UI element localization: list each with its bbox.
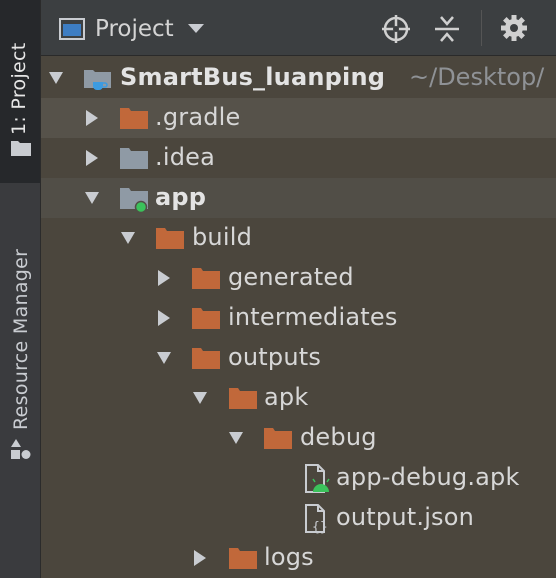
folder-icon xyxy=(120,148,148,169)
tree-row-app-debug-apk[interactable]: app-debug.apk xyxy=(41,458,556,498)
tree-row-output-json[interactable]: {} output.json xyxy=(41,498,556,538)
svg-text:{}: {} xyxy=(312,520,328,534)
project-tool-tab[interactable]: 1: Project xyxy=(0,0,40,183)
project-window-icon xyxy=(59,18,85,40)
expanded-arrow-icon[interactable] xyxy=(49,70,63,86)
folder-icon xyxy=(192,348,220,369)
folder-icon xyxy=(229,548,257,569)
tree-row-logs[interactable]: logs xyxy=(41,538,556,578)
folder-icon xyxy=(229,388,257,409)
tree-label-app[interactable]: app xyxy=(155,183,206,211)
collapsed-arrow-icon[interactable] xyxy=(157,270,171,286)
module-folder-icon xyxy=(120,188,148,214)
tree-label-gradle[interactable]: .gradle xyxy=(155,103,241,131)
expanded-arrow-icon[interactable] xyxy=(229,430,243,446)
chevron-down-icon[interactable] xyxy=(187,24,204,34)
tool-window-strip: 1: Project Resource Manager xyxy=(0,0,41,578)
tree-label-logs[interactable]: logs xyxy=(264,543,314,571)
folder-icon xyxy=(192,308,220,329)
collapse-all-icon[interactable] xyxy=(434,14,460,44)
resource-manager-icon[interactable] xyxy=(10,438,32,462)
project-panel-header: Project xyxy=(41,0,556,56)
tree-row-app[interactable]: app xyxy=(41,178,556,218)
expanded-arrow-icon[interactable] xyxy=(85,190,99,206)
expanded-arrow-icon[interactable] xyxy=(157,350,171,366)
tree-row-debug[interactable]: debug xyxy=(41,418,556,458)
tree-label-root[interactable]: SmartBus_luanping xyxy=(120,63,385,91)
tree-label-intermediates[interactable]: intermediates xyxy=(228,303,398,331)
tree-label-build[interactable]: build xyxy=(192,223,252,251)
tree-root-path: ~/Desktop/ xyxy=(409,63,545,91)
tree-label-apk[interactable]: apk xyxy=(264,383,308,411)
tree-row-intermediates[interactable]: intermediates xyxy=(41,298,556,338)
collapsed-arrow-icon[interactable] xyxy=(193,550,207,566)
folder-icon xyxy=(192,268,220,289)
project-view-title[interactable]: Project xyxy=(95,16,174,42)
folder-icon xyxy=(120,108,148,129)
collapsed-arrow-icon[interactable] xyxy=(157,310,171,326)
locate-target-icon[interactable] xyxy=(381,14,411,44)
project-tab-label[interactable]: 1: Project xyxy=(8,42,30,135)
collapsed-arrow-icon[interactable] xyxy=(85,150,99,166)
tree-row-outputs[interactable]: outputs xyxy=(41,338,556,378)
tree-label-app-debug-apk[interactable]: app-debug.apk xyxy=(336,463,520,491)
tree-label-generated[interactable]: generated xyxy=(228,263,354,291)
android-apk-file-icon xyxy=(305,464,330,493)
expanded-arrow-icon[interactable] xyxy=(193,390,207,406)
tree-row-build[interactable]: build xyxy=(41,218,556,258)
tree-label-output-json[interactable]: output.json xyxy=(336,503,474,531)
tree-label-debug[interactable]: debug xyxy=(300,423,377,451)
tree-row-gradle[interactable]: .gradle xyxy=(41,98,556,138)
tree-row-apk[interactable]: apk xyxy=(41,378,556,418)
tree-row-idea[interactable]: .idea xyxy=(41,138,556,178)
tree-row-generated[interactable]: generated xyxy=(41,258,556,298)
expanded-arrow-icon[interactable] xyxy=(121,230,135,246)
resource-manager-tab-label[interactable]: Resource Manager xyxy=(10,249,32,430)
gear-icon[interactable] xyxy=(500,14,528,42)
toolbar-separator xyxy=(481,10,482,46)
tree-label-idea[interactable]: .idea xyxy=(155,143,215,171)
project-folder-icon xyxy=(84,70,111,90)
json-file-icon: {} xyxy=(305,504,328,534)
project-view-selector[interactable]: Project xyxy=(59,14,204,44)
collapsed-arrow-icon[interactable] xyxy=(85,110,99,126)
folder-icon xyxy=(11,141,31,156)
tree-row-root[interactable]: SmartBus_luanping ~/Desktop/ xyxy=(41,58,556,98)
folder-icon xyxy=(156,228,184,249)
project-tree: SmartBus_luanping ~/Desktop/ .gradle .id… xyxy=(41,56,556,578)
folder-icon xyxy=(264,428,292,449)
tree-label-outputs[interactable]: outputs xyxy=(228,343,321,371)
